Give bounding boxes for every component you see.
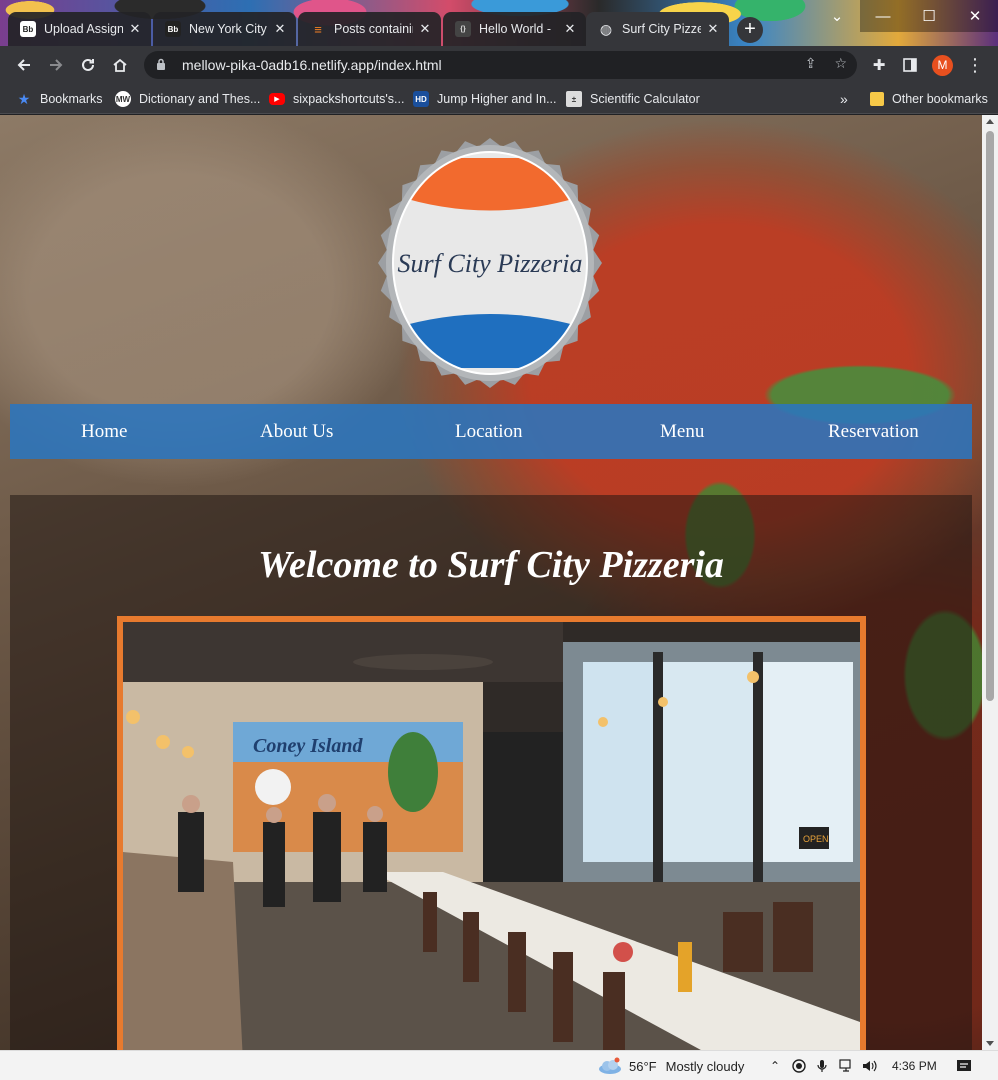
volume-icon[interactable] [862, 1057, 878, 1075]
tab-title: New York City [189, 22, 267, 36]
side-panel-icon [903, 58, 917, 72]
logo-text: Surf City Pizzeria [398, 249, 583, 278]
bookmark-label: sixpackshortcuts's... [293, 92, 405, 106]
hd-icon: HD [413, 91, 429, 107]
bookmarks-overflow-button[interactable]: » [840, 90, 848, 108]
profile-avatar[interactable]: M [932, 55, 953, 76]
tab-search-button[interactable]: ⌄ [814, 0, 860, 32]
close-icon[interactable]: ✕ [272, 21, 288, 37]
youtube-icon: ▶ [269, 93, 285, 105]
record-icon[interactable] [792, 1057, 806, 1075]
more-vert-icon: ⋮ [966, 54, 984, 75]
nav-location[interactable]: Location [455, 421, 523, 443]
restaurant-photo: Coney Island OPEN [117, 616, 866, 1056]
new-tab-button[interactable]: + [737, 17, 763, 43]
bookmark-label: Dictionary and Thes... [139, 92, 261, 106]
bookmark-item[interactable]: ▶ sixpackshortcuts's... [269, 90, 404, 108]
mural-sign-text: Coney Island [253, 735, 363, 757]
windows-taskbar: 56°F Mostly cloudy ⌃ 4:36 PM [0, 1050, 998, 1080]
browser-toolbar: mellow-pika-0adb16.netlify.app/index.htm… [0, 46, 998, 84]
notifications-icon[interactable] [956, 1057, 972, 1075]
arrow-right-icon [50, 59, 63, 71]
scroll-up-icon[interactable] [986, 119, 994, 124]
page-scrollbar[interactable] [982, 115, 998, 1050]
side-panel-button[interactable] [897, 52, 923, 78]
weather-condition: Mostly cloudy [665, 1058, 745, 1074]
other-bookmarks[interactable]: Other bookmarks [870, 90, 988, 108]
tab-upload-assignment[interactable]: Bb Upload Assignm ✕ [8, 12, 151, 46]
close-icon[interactable]: ✕ [562, 21, 578, 37]
bookmark-item[interactable]: ★ Bookmarks [16, 90, 103, 108]
bookmark-item[interactable]: MW Dictionary and Thes... [115, 90, 260, 108]
extensions-button[interactable]: ✚ [866, 52, 892, 78]
tab-title: Posts containin [334, 22, 413, 36]
nav-about-us[interactable]: About Us [260, 421, 333, 443]
code-icon: {} [455, 21, 471, 37]
address-bar[interactable]: mellow-pika-0adb16.netlify.app/index.htm… [144, 51, 857, 79]
merriam-webster-icon: MW [115, 91, 131, 107]
tab-title: Upload Assignm [44, 22, 123, 36]
back-button[interactable] [11, 52, 37, 78]
folder-icon [870, 92, 884, 106]
scrollbar-thumb[interactable] [986, 131, 994, 701]
share-icon[interactable]: ⇪ [805, 55, 817, 72]
blackboard-icon: Bb [165, 21, 181, 37]
clock[interactable]: 4:36 PM [892, 1057, 937, 1075]
maximize-button[interactable]: ☐ [906, 0, 952, 32]
bookmark-label: Bookmarks [40, 92, 103, 106]
site-logo[interactable]: Surf City Pizzeria [378, 138, 602, 388]
globe-icon: ◍ [599, 20, 613, 37]
tab-title: Hello World - [479, 22, 552, 36]
tab-title: Surf City Pizzer [622, 22, 701, 36]
tab-new-york-city[interactable]: Bb New York City ✕ [153, 12, 296, 46]
bookmark-label: Scientific Calculator [590, 92, 700, 106]
open-sign-text: OPEN [803, 834, 829, 844]
bookmark-item[interactable]: HD Jump Higher and In... [413, 90, 557, 108]
url-text: mellow-pika-0adb16.netlify.app/index.htm… [182, 57, 442, 73]
stackoverflow-icon: ≡ [314, 21, 322, 37]
nav-reservation[interactable]: Reservation [828, 421, 919, 443]
close-icon[interactable]: ✕ [705, 21, 721, 37]
home-icon [113, 58, 127, 72]
close-icon[interactable]: ✕ [417, 21, 433, 37]
minimize-button[interactable]: — [860, 0, 906, 32]
blackboard-icon: Bb [20, 21, 36, 37]
weather-widget[interactable]: 56°F Mostly cloudy [598, 1057, 744, 1075]
restaurant-interior-image: Coney Island OPEN [123, 622, 860, 1056]
cloud-icon [599, 1057, 621, 1074]
bookmark-label: Jump Higher and In... [437, 92, 557, 106]
bookmark-star-icon[interactable]: ☆ [834, 55, 847, 72]
microphone-icon[interactable] [817, 1057, 827, 1075]
reload-icon [82, 58, 94, 71]
close-window-button[interactable]: ✕ [952, 0, 998, 32]
reload-button[interactable] [75, 52, 101, 78]
nav-menu[interactable]: Menu [660, 421, 704, 443]
star-icon: ★ [17, 90, 31, 107]
tab-posts-containing[interactable]: ≡ Posts containin ✕ [298, 12, 441, 46]
network-icon[interactable] [839, 1057, 855, 1075]
weather-temperature: 56°F [629, 1058, 657, 1074]
scroll-down-icon[interactable] [986, 1041, 994, 1046]
lock-icon [156, 58, 170, 73]
nav-home[interactable]: Home [81, 421, 127, 443]
calculator-icon: ± [566, 91, 582, 107]
close-icon[interactable]: ✕ [127, 21, 143, 37]
site-nav: Home About Us Location Menu Reservation [10, 404, 972, 459]
page-heading: Welcome to Surf City Pizzeria [258, 544, 724, 586]
arrow-left-icon [17, 59, 30, 71]
puzzle-icon: ✚ [872, 57, 886, 74]
browser-tab-strip: Bb Upload Assignm ✕ Bb New York City ✕ ≡… [0, 0, 998, 46]
forward-button[interactable] [43, 52, 69, 78]
chevron-up-icon[interactable]: ⌃ [770, 1057, 780, 1075]
tab-surf-city-pizzeria[interactable]: ◍ Surf City Pizzer ✕ [586, 12, 729, 46]
menu-button[interactable]: ⋮ [962, 52, 988, 78]
bookmark-item[interactable]: ± Scientific Calculator [566, 90, 700, 108]
tab-hello-world[interactable]: {} Hello World - ✕ [443, 12, 586, 46]
home-button[interactable] [107, 52, 133, 78]
bookmarks-bar: ★ Bookmarks MW Dictionary and Thes... ▶ … [0, 84, 998, 114]
bookmark-label: Other bookmarks [892, 92, 988, 106]
